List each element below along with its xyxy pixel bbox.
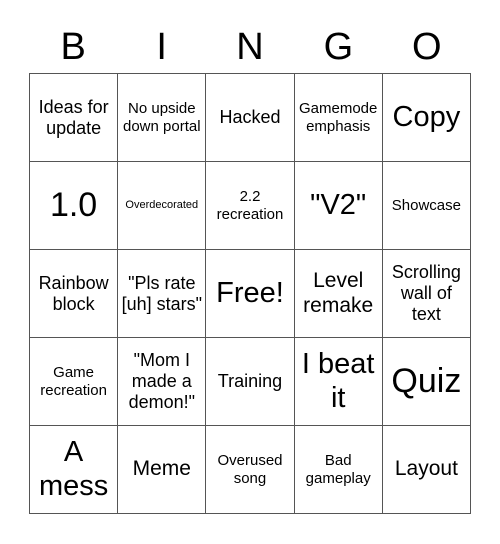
bingo-cell[interactable]: Training <box>206 338 295 426</box>
bingo-cell-text: A mess <box>38 436 109 502</box>
bingo-cell-text: Meme <box>132 457 191 481</box>
bingo-cell[interactable]: Meme <box>118 426 207 514</box>
bingo-cell-text: Quiz <box>391 361 462 400</box>
bingo-cell-text: Hacked <box>219 107 281 128</box>
bingo-cell[interactable]: Gamemode emphasis <box>294 74 383 162</box>
bingo-cell-text: Rainbow block <box>38 272 109 314</box>
header-letter-b: B <box>60 26 86 68</box>
bingo-cell[interactable]: No upside down portal <box>118 74 207 162</box>
bingo-cell-text: Level remake <box>303 269 374 317</box>
bingo-cell-text: "V2" <box>310 188 367 221</box>
bingo-cell-text: Layout <box>394 457 458 481</box>
bingo-cell-text: "Mom I made a demon!" <box>128 350 195 412</box>
bingo-cell[interactable]: Scrolling wall of text <box>382 250 471 338</box>
bingo-cell-text: 1.0 <box>49 185 98 224</box>
bingo-cell[interactable]: Overused song <box>206 426 295 514</box>
header-letter-o: O <box>412 26 442 68</box>
bingo-cell[interactable]: Level remake <box>294 250 383 338</box>
header-letter-i: I <box>156 26 167 68</box>
bingo-cell-text: Showcase <box>391 196 461 214</box>
bingo-cell[interactable]: Bad gameplay <box>294 426 383 514</box>
bingo-cell[interactable]: Layout <box>382 426 471 514</box>
bingo-header: B I N G O <box>29 22 471 72</box>
bingo-cell-text: Overdecorated <box>125 199 199 212</box>
bingo-cell[interactable]: Rainbow block <box>30 250 119 338</box>
bingo-cell[interactable]: "V2" <box>294 162 383 250</box>
bingo-cell[interactable]: Ideas for update <box>30 74 119 162</box>
bingo-cell[interactable]: Quiz <box>382 338 471 426</box>
bingo-cell[interactable]: Hacked <box>206 74 295 162</box>
header-letter-g: G <box>323 26 354 68</box>
bingo-cell[interactable]: Copy <box>382 74 471 162</box>
bingo-cell[interactable]: Game recreation <box>30 338 119 426</box>
bingo-grid: Ideas for update No upside down portal Hac… <box>29 73 471 514</box>
bingo-cell[interactable]: 1.0 <box>30 162 119 250</box>
bingo-cell[interactable]: Showcase <box>382 162 471 250</box>
bingo-cell-text: Overused song <box>217 452 283 487</box>
bingo-cell-text: Training <box>217 371 283 392</box>
bingo-cell-text: Game recreation <box>40 364 107 399</box>
bingo-cell-text: Free! <box>216 276 284 309</box>
bingo-cell-text: Copy <box>392 100 461 133</box>
bingo-cell[interactable]: 2.2 recreation <box>206 162 295 250</box>
bingo-cell-text: Scrolling wall of text <box>391 262 461 324</box>
bingo-cell[interactable]: "Pls rate [uh] stars" <box>118 250 207 338</box>
bingo-cell-text: 2.2 recreation <box>216 188 284 223</box>
bingo-cell-text: No upside down portal <box>123 100 201 135</box>
header-letter-n: N <box>236 26 264 68</box>
bingo-cell[interactable]: Overdecorated <box>118 162 207 250</box>
bingo-cell-text: Gamemode emphasis <box>299 100 378 135</box>
bingo-cell-text: I beat it <box>301 348 375 414</box>
bingo-cell[interactable]: A mess <box>30 426 119 514</box>
bingo-cell[interactable]: Free! <box>206 250 295 338</box>
bingo-cell[interactable]: "Mom I made a demon!" <box>118 338 207 426</box>
bingo-cell-text: Bad gameplay <box>305 452 371 487</box>
bingo-cell[interactable]: I beat it <box>294 338 383 426</box>
bingo-cell-text: "Pls rate [uh] stars" <box>121 272 202 314</box>
bingo-cell-text: Ideas for update <box>38 96 109 138</box>
